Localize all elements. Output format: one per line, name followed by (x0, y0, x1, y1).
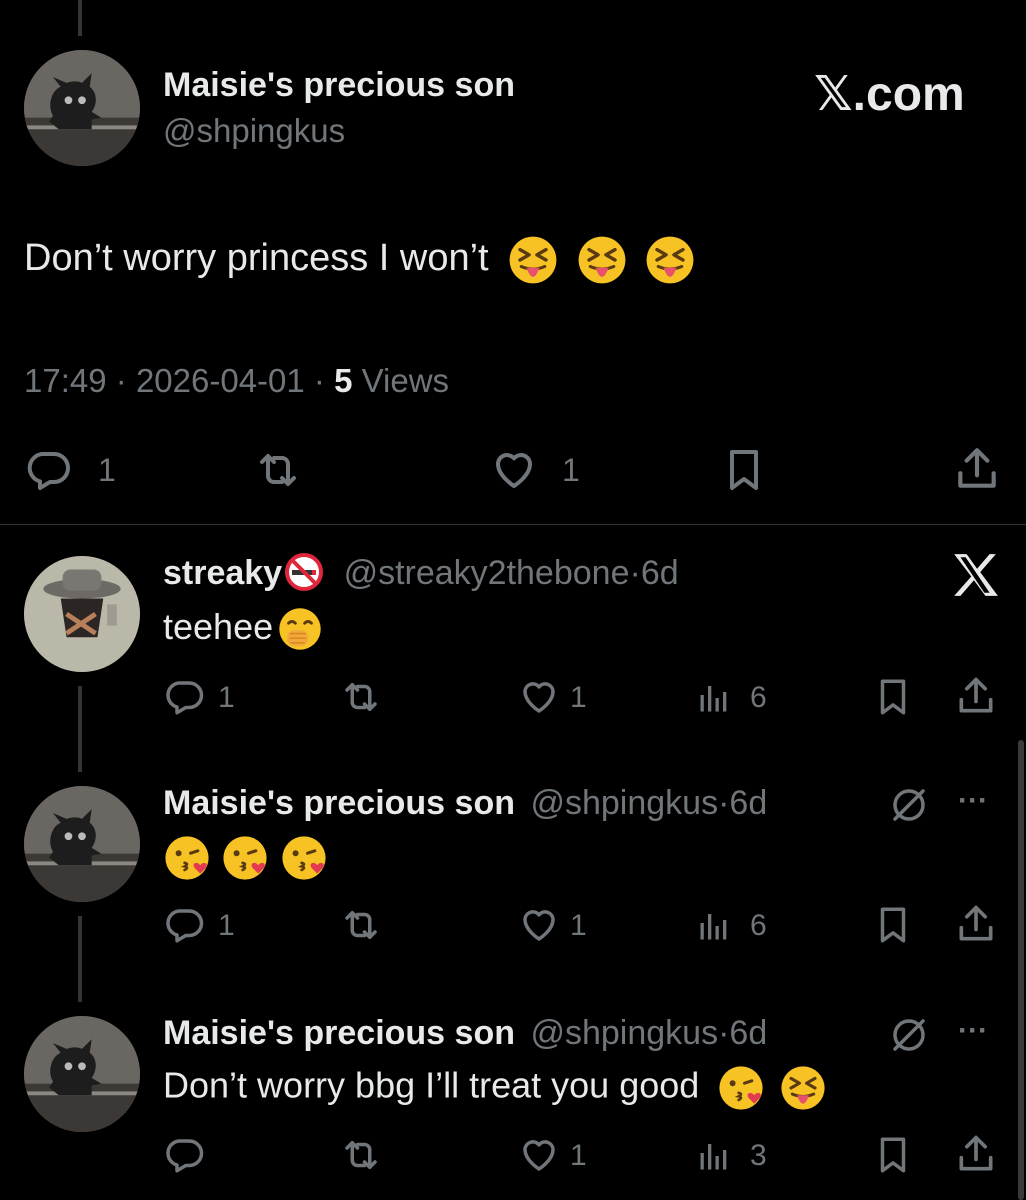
share-icon[interactable] (954, 1132, 998, 1176)
reply-display-name[interactable]: streaky (163, 554, 282, 592)
bookmark-icon[interactable] (872, 676, 914, 718)
tweet-text-row: Don’t worry princess I won’t (24, 234, 696, 286)
retweet-icon[interactable] (340, 1134, 382, 1176)
squinting-tongue-emoji-icon (507, 234, 559, 286)
reply-age[interactable]: 6d (729, 1014, 767, 1052)
reply-header: Maisie's precious son @shpingkus·6d (163, 1014, 768, 1052)
squinting-tongue-emoji-icon (644, 234, 696, 286)
views-label: Views (361, 362, 450, 399)
avatar[interactable] (24, 50, 140, 166)
tweet-text: Don’t worry princess I won’t (24, 237, 489, 280)
avatar[interactable] (24, 556, 140, 672)
reply-icon[interactable] (163, 1134, 205, 1176)
bookmark-icon[interactable] (872, 1134, 914, 1176)
brand-logo: 𝕏.com (814, 68, 965, 121)
like-count: 1 (570, 1139, 587, 1172)
grok-icon[interactable] (888, 784, 930, 826)
reply-text-row: Don’t worry bbg I’ll treat you good (163, 1064, 827, 1112)
face-with-hand-over-mouth-emoji-icon (277, 606, 323, 652)
like-count: 1 (570, 909, 587, 942)
reply-handle[interactable]: @shpingkus (530, 784, 718, 822)
reply-display-name[interactable]: Maisie's precious son (163, 784, 515, 822)
tweet-time[interactable]: 17:49 (24, 362, 107, 399)
squinting-tongue-emoji-icon (779, 1064, 827, 1112)
grok-icon[interactable] (888, 1014, 930, 1056)
more-options-icon[interactable]: ··· (958, 784, 988, 818)
face-blowing-kiss-emoji-icon (163, 834, 211, 882)
reply-text: Don’t worry bbg I’ll treat you good (163, 1064, 700, 1106)
like-icon[interactable] (518, 904, 560, 946)
reply-handle[interactable]: @streaky2thebone (344, 554, 630, 592)
thread-line-top (78, 0, 82, 36)
reply-icon[interactable] (163, 676, 205, 718)
reply-text: teehee (163, 606, 274, 647)
reply-age[interactable]: 6d (641, 554, 679, 592)
reply-icon[interactable] (163, 904, 205, 946)
share-icon[interactable] (954, 674, 998, 718)
views-count: 5 (334, 362, 353, 399)
reply-count: 1 (218, 909, 235, 942)
reply-icon[interactable] (24, 446, 72, 494)
bookmark-icon[interactable] (872, 904, 914, 946)
like-icon[interactable] (518, 1134, 560, 1176)
author-display-name[interactable]: Maisie's precious son (163, 66, 515, 105)
avatar[interactable] (24, 1016, 140, 1132)
tweet-date[interactable]: 2026-04-01 (136, 362, 305, 399)
views-count: 6 (750, 909, 767, 942)
face-blowing-kiss-emoji-icon (717, 1064, 765, 1112)
no-smoking-icon (284, 552, 324, 592)
thread-line (78, 686, 82, 772)
like-icon[interactable] (518, 676, 560, 718)
retweet-icon[interactable] (340, 904, 382, 946)
views-icon[interactable] (696, 680, 732, 716)
reply-display-name[interactable]: Maisie's precious son (163, 1014, 515, 1052)
divider (0, 524, 1026, 525)
tweet-meta: 17:49 · 2026-04-01 · 5 Views (24, 362, 450, 399)
reply-header: Maisie's precious son @shpingkus·6d (163, 784, 768, 822)
thread-line (78, 916, 82, 1002)
reply-count: 1 (218, 681, 235, 714)
like-count: 1 (562, 452, 580, 488)
x-logo-icon (950, 552, 1000, 603)
views-count: 3 (750, 1139, 767, 1172)
retweet-icon[interactable] (254, 446, 302, 494)
share-icon[interactable] (954, 902, 998, 946)
reply-header: streaky @streaky2thebone·6d (163, 552, 679, 592)
reply-handle[interactable]: @shpingkus (530, 1014, 718, 1052)
squinting-tongue-emoji-icon (576, 234, 628, 286)
reply-age[interactable]: 6d (729, 784, 767, 822)
views-icon[interactable] (696, 1138, 732, 1174)
reply-text-row: teehee (163, 606, 323, 652)
avatar[interactable] (24, 786, 140, 902)
scrollbar[interactable] (1018, 740, 1024, 1200)
like-icon[interactable] (490, 446, 538, 494)
views-icon[interactable] (696, 908, 732, 944)
share-icon[interactable] (952, 444, 1002, 494)
retweet-icon[interactable] (340, 676, 382, 718)
like-count: 1 (570, 681, 587, 714)
reply-count: 1 (98, 452, 116, 488)
views-count: 6 (750, 681, 767, 714)
reply-text-row (163, 834, 328, 882)
author-handle[interactable]: @shpingkus (163, 112, 345, 150)
face-blowing-kiss-emoji-icon (280, 834, 328, 882)
more-options-icon[interactable]: ··· (958, 1014, 988, 1048)
bookmark-icon[interactable] (720, 446, 768, 494)
face-blowing-kiss-emoji-icon (221, 834, 269, 882)
